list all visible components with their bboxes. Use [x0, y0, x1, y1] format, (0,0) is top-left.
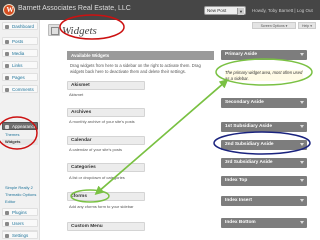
chevron-down-icon[interactable] — [300, 221, 304, 224]
widget-categories[interactable]: Categories — [67, 163, 145, 172]
menu-item-users[interactable]: Users — [2, 219, 38, 227]
menu-item-label: Dashboard — [12, 24, 35, 29]
widget-description: Akismet — [69, 92, 84, 97]
sidebar-index-top[interactable]: Index Top — [221, 176, 307, 186]
menu-item-links[interactable]: Links — [2, 61, 38, 69]
menu-item-comments[interactable]: Comments — [2, 85, 38, 93]
available-widgets-description: Drag widgets from here to a sidebar on t… — [70, 63, 201, 74]
chevron-down-icon[interactable] — [300, 53, 304, 56]
sidebar-2nd-subsidiary-aside[interactable]: 2nd Subsidiary Aside — [221, 140, 307, 150]
sidebar-label: Index Top — [225, 178, 248, 183]
pages-icon — [5, 76, 9, 80]
sidebar-label: Index Bottom — [225, 220, 256, 225]
menu-item-label: Users — [12, 221, 24, 226]
menu-item-media[interactable]: Media — [2, 49, 38, 57]
widget-cforms[interactable]: cforms — [67, 192, 145, 201]
comments-icon — [5, 88, 9, 92]
primary-aside-description: The primary widget area, most often used… — [225, 70, 303, 81]
menu-item-label: Plugins — [12, 210, 27, 215]
menu-item-label: Media — [12, 51, 25, 56]
sidebar-1st-subsidiary-aside[interactable]: 1st Subsidiary Aside — [221, 122, 307, 132]
sidebar-label: Index Insert — [225, 198, 252, 203]
sidebar-primary-aside[interactable]: Primary Aside — [221, 50, 307, 60]
screen-options-button[interactable]: Screen Options ▾ — [252, 22, 296, 29]
widget-calendar[interactable]: Calendar — [67, 136, 145, 145]
sidebar-label: 1st Subsidiary Aside — [225, 124, 273, 129]
chevron-down-icon[interactable] — [300, 143, 304, 146]
widget-archives[interactable]: Archives — [67, 108, 145, 117]
page-title: Widgets — [62, 25, 97, 37]
submenu-item-themes[interactable]: Themes — [2, 132, 38, 138]
menu-item-appearance[interactable]: Appearance — [2, 122, 38, 130]
chevron-down-icon[interactable] — [300, 161, 304, 164]
chevron-down-icon[interactable]: ▼ — [237, 8, 244, 15]
help-button[interactable]: Help ▾ — [298, 22, 316, 29]
sidebar-secondary-aside[interactable]: Secondary Aside — [221, 98, 307, 108]
plugins-icon — [5, 211, 9, 215]
submenu-item-simple-really[interactable]: Simple Really 2 — [2, 185, 38, 191]
settings-icon — [5, 234, 9, 238]
widget-description: Add any cforms form to your sidebar — [69, 204, 134, 209]
sidebar-index-bottom[interactable]: Index Bottom — [221, 218, 307, 228]
sidebar-label: Secondary Aside — [225, 100, 264, 105]
widget-custom-menu[interactable]: Custom Menu — [67, 222, 145, 231]
site-title[interactable]: Barnett Associates Real Estate, LLC — [18, 5, 131, 12]
menu-item-label: Links — [12, 63, 23, 68]
widget-description: A monthly archive of your site's posts — [69, 119, 135, 124]
sidebar-label: Primary Aside — [225, 52, 258, 57]
menu-item-pages[interactable]: Pages — [2, 73, 38, 81]
chevron-down-icon[interactable] — [300, 179, 304, 182]
menu-item-posts[interactable]: Posts — [2, 37, 38, 45]
links-icon — [5, 64, 9, 68]
chevron-down-icon[interactable] — [300, 101, 304, 104]
widget-description: A calendar of your site's posts — [69, 147, 123, 152]
posts-icon — [5, 40, 9, 44]
menu-item-label: Posts — [12, 39, 24, 44]
sidebar-index-insert[interactable]: Index Insert — [221, 196, 307, 206]
chevron-down-icon[interactable] — [300, 199, 304, 202]
available-widgets-header[interactable]: Available Widgets — [67, 51, 214, 60]
menu-item-label: Settings — [12, 233, 29, 238]
sidebar-label: 2nd Subsidiary Aside — [225, 142, 274, 147]
wordpress-logo-icon[interactable] — [3, 4, 15, 16]
widgets-page-icon — [48, 24, 60, 36]
menu-item-plugins[interactable]: Plugins — [2, 208, 38, 216]
menu-item-label: Appearance — [12, 124, 37, 129]
widget-akismet[interactable]: Akismet — [67, 81, 145, 90]
chevron-down-icon[interactable] — [300, 125, 304, 128]
users-icon — [5, 222, 9, 226]
dashboard-icon — [5, 25, 9, 29]
sidebar-label: 3rd Subsidiary Aside — [225, 160, 273, 165]
widget-description: A list or dropdown of categories — [69, 175, 125, 180]
submenu-item-thematic-options[interactable]: Thematic Options — [2, 192, 38, 198]
admin-sidebar-menu: Dashboard Posts Media Links Pages Commen… — [0, 20, 40, 240]
menu-item-dashboard[interactable]: Dashboard — [2, 22, 38, 30]
new-post-label: New Post — [207, 8, 227, 13]
howdy-user-links[interactable]: Howdy, Toby Barnett | Log Out — [252, 8, 313, 13]
admin-header: Barnett Associates Real Estate, LLC New … — [0, 0, 320, 20]
sidebar-3rd-subsidiary-aside[interactable]: 3rd Subsidiary Aside — [221, 158, 307, 168]
submenu-item-widgets[interactable]: Widgets — [2, 139, 38, 145]
media-icon — [5, 52, 9, 56]
menu-item-settings[interactable]: Settings — [2, 231, 38, 239]
submenu-item-editor[interactable]: Editor — [2, 199, 38, 205]
new-post-dropdown[interactable]: New Post ▼ — [204, 6, 246, 15]
appearance-icon — [5, 125, 9, 129]
menu-item-label: Comments — [12, 87, 34, 92]
menu-item-label: Pages — [12, 75, 25, 80]
